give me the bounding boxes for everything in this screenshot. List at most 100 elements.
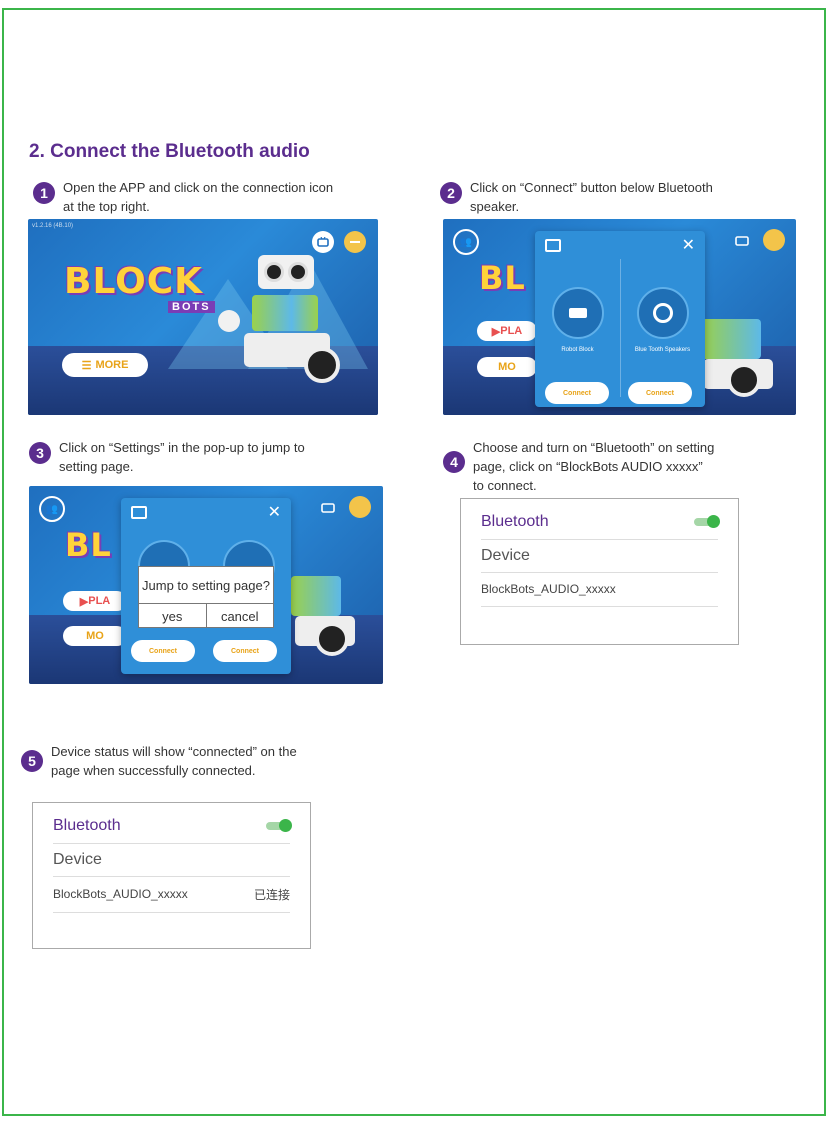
close-icon[interactable]: ✕ [682,235,695,255]
robot-illustration [291,546,381,676]
speaker-connect-button: Connect [213,640,277,662]
user-icon: 👥 [453,229,479,255]
step-5: 5 Device status will show “connected” on… [21,742,297,780]
bluetooth-connected-panel: Bluetooth Device BlockBots_AUDIO_xxxxx 已… [32,802,311,949]
connection-status: 已连接 [253,887,290,902]
connect-dialog-screenshot: 👥 BL ▶ PLA MO ✕ Robot Block Connect Blue… [443,219,796,415]
step-text-line: page, click on “BlockBots AUDIO xxxxx” [473,459,703,474]
robot-block-label: Robot Block [561,347,594,353]
step-text-line: setting page. [59,459,134,474]
settings-icon-bar [350,241,360,243]
step-text: Open the APP and click on the connection… [63,178,333,216]
robot-wheel [304,347,340,383]
device-label: Device [481,546,530,564]
popup-buttons: yes cancel [139,604,273,628]
play-button: ▶ PLA [477,321,537,341]
connection-icon [131,506,147,519]
blockbots-logo-sub: BOTS [168,301,215,313]
robot-wheel [315,622,349,656]
settings-popup-screenshot: 👥 BL ▶ PLA MO ✕ Connect Connect Jump to … [29,486,383,684]
popup-question: Jump to setting page? [139,567,273,604]
close-icon[interactable]: ✕ [268,502,281,522]
step-4: 4 Choose and turn on “Bluetooth” on sett… [443,438,714,495]
blockbots-logo: BL [479,259,526,297]
yes-button[interactable]: yes [139,604,207,628]
device-list-item[interactable]: BlockBots_AUDIO_xxxxx [481,572,718,607]
more-button[interactable]: ☰ MORE [62,353,148,377]
step-text: Click on “Settings” in the pop-up to jum… [59,438,305,476]
settings-icon[interactable] [344,231,366,253]
speaker-icon [637,287,689,339]
step-1: 1 Open the APP and click on the connecti… [33,178,333,216]
robot-body [701,319,761,359]
bluetooth-row: Bluetooth [53,809,292,844]
more-icon: ☰ [81,359,92,372]
version-text: v1.2.16 (4B.10) [32,223,74,229]
more-button: MO [477,357,537,377]
step-number: 2 [440,182,462,204]
step-number: 5 [21,750,43,772]
play-button: ▶ PLA [63,591,127,611]
more-label: MO [86,630,104,642]
step-text-line: Choose and turn on “Bluetooth” on settin… [473,440,715,455]
bluetooth-label: Bluetooth [481,513,549,530]
step-text-line: page when successfully connected. [51,763,256,778]
device-name: BlockBots_AUDIO_xxxxx [53,887,188,901]
robot-body [291,576,341,616]
step-text: Device status will show “connected” on t… [51,742,297,780]
step-text-line: Device status will show “connected” on t… [51,744,297,759]
block-shape [569,308,587,318]
step-text-line: speaker. [470,199,520,214]
device-row: Device [53,843,290,877]
connect-dialog: ✕ Connect Connect Jump to setting page? … [121,498,291,674]
step-text: Choose and turn on “Bluetooth” on settin… [473,438,714,495]
step-text: Click on “Connect” button below Bluetoot… [470,178,713,216]
play-label: PLA [88,595,111,607]
connection-icon [731,229,753,251]
device-label: Device [53,850,102,868]
robot-head [258,255,314,289]
robot-block-icon [552,287,604,339]
bluetooth-toggle[interactable] [694,515,720,528]
more-button: MO [63,626,127,646]
robot-illustration [693,259,793,409]
speaker-shape [653,303,673,323]
step-number: 3 [29,442,51,464]
cancel-button[interactable]: cancel [207,604,274,628]
connection-icon [317,496,339,518]
device-name: BlockBots_AUDIO_xxxxx [481,582,616,596]
step-text-line: to connect. [473,478,537,493]
connection-icon [545,239,561,252]
robot-block-connect-button[interactable]: Connect [545,382,609,404]
settings-icon [763,229,785,251]
step-number: 4 [443,451,465,473]
robot-illustration [218,255,340,395]
play-label: PLA [500,325,523,337]
more-label: MO [498,361,516,373]
bluetooth-settings-panel: Bluetooth Device BlockBots_AUDIO_xxxxx [460,498,739,645]
user-icon: 👥 [39,496,65,522]
settings-icon [349,496,371,518]
step-text-line: Click on “Settings” in the pop-up to jum… [59,440,305,455]
device-list-item[interactable]: BlockBots_AUDIO_xxxxx 已连接 [53,876,290,913]
robot-wheel [727,363,761,397]
step-number: 1 [33,182,55,204]
step-text-line: Open the APP and click on the connection… [63,180,334,195]
robot-block-connect-button: Connect [131,640,195,662]
jump-to-settings-popup: Jump to setting page? yes cancel [138,566,274,628]
bluetooth-toggle[interactable] [266,819,292,832]
step-2: 2 Click on “Connect” button below Blueto… [440,178,713,216]
connect-dialog: ✕ Robot Block Connect Blue Tooth Speaker… [535,231,705,407]
section-title: 2. Connect the Bluetooth audio [29,141,310,162]
speaker-connect-button[interactable]: Connect [628,382,692,404]
more-label: MORE [95,359,129,371]
bluetooth-label: Bluetooth [53,817,121,834]
speaker-column: Blue Tooth Speakers Connect [620,259,705,407]
connection-icon[interactable] [312,231,334,253]
device-row: Device [481,539,718,573]
robot-block-column: Robot Block Connect [535,259,620,407]
step-3: 3 Click on “Settings” in the pop-up to j… [29,438,305,476]
app-home-screenshot: v1.2.16 (4B.10) BLOCK BOTS ☰ MORE [28,219,378,415]
robot-hand [218,310,240,332]
blockbots-logo: BL [65,526,112,564]
